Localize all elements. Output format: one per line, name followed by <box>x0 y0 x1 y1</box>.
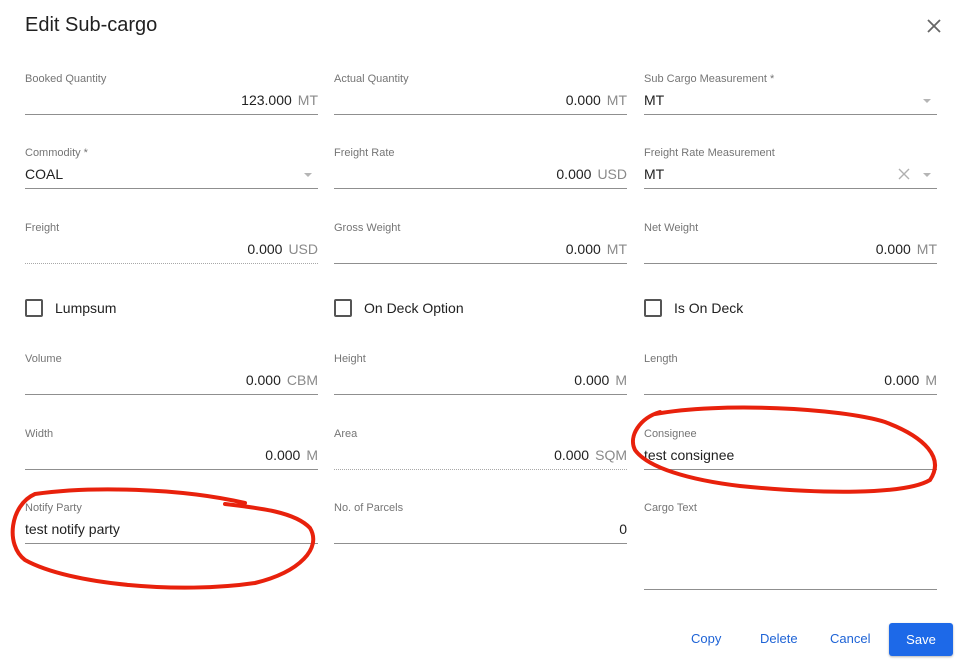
booked-quantity-value[interactable]: 123.000 <box>241 92 292 108</box>
freight-value: 0.000 <box>247 241 283 257</box>
gross-weight-label: Gross Weight <box>334 222 401 234</box>
checkbox-box[interactable] <box>644 299 662 317</box>
delete-button[interactable]: Delete <box>760 631 798 646</box>
checkbox-box[interactable] <box>25 299 43 317</box>
dialog-title: Edit Sub-cargo <box>25 14 158 36</box>
net-weight-value[interactable]: 0.000 <box>876 241 911 257</box>
volume-value[interactable]: 0.000 <box>246 372 281 388</box>
no-of-parcels-label: No. of Parcels <box>334 502 404 514</box>
freight-unit: USD <box>288 241 318 257</box>
no-of-parcels-value[interactable]: 0 <box>619 521 627 537</box>
lumpsum-label: Lumpsum <box>55 300 117 316</box>
actual-quantity-unit: MT <box>606 92 627 108</box>
actual-quantity-label: Actual Quantity <box>334 73 409 85</box>
chevron-down-icon[interactable] <box>923 173 931 177</box>
booked-quantity-label: Booked Quantity <box>25 73 107 85</box>
consignee-value[interactable]: test consignee <box>644 447 734 463</box>
length-unit: M <box>925 372 937 388</box>
checkbox-box[interactable] <box>334 299 352 317</box>
cargo-text-label: Cargo Text <box>644 502 697 514</box>
notify-party-label: Notify Party <box>25 502 82 514</box>
width-value[interactable]: 0.000 <box>265 447 300 463</box>
net-weight-unit: MT <box>916 241 937 257</box>
gross-weight-value[interactable]: 0.000 <box>566 241 601 257</box>
clear-icon[interactable] <box>896 166 912 182</box>
sub-cargo-measurement-label: Sub Cargo Measurement * <box>644 73 775 85</box>
cargo-text-field[interactable]: Cargo Text <box>644 502 937 592</box>
freight-rate-measurement-value[interactable]: MT <box>644 166 664 182</box>
lumpsum-checkbox[interactable]: Lumpsum <box>25 299 165 319</box>
sub-cargo-measurement-value[interactable]: MT <box>644 92 664 108</box>
chevron-down-icon[interactable] <box>304 173 312 177</box>
length-value[interactable]: 0.000 <box>884 372 919 388</box>
width-label: Width <box>25 428 54 440</box>
cancel-button[interactable]: Cancel <box>830 631 870 646</box>
freight-rate-measurement-label: Freight Rate Measurement <box>644 147 775 159</box>
consignee-label: Consignee <box>644 428 697 440</box>
area-value: 0.000 <box>554 447 590 463</box>
volume-label: Volume <box>25 353 62 365</box>
on-deck-option-label: On Deck Option <box>364 300 464 316</box>
area-unit: SQM <box>595 447 627 463</box>
save-button[interactable]: Save <box>889 623 953 656</box>
booked-quantity-unit: MT <box>297 92 318 108</box>
gross-weight-unit: MT <box>606 241 627 257</box>
is-on-deck-label: Is On Deck <box>674 300 744 316</box>
freight-rate-label: Freight Rate <box>334 147 395 159</box>
net-weight-label: Net Weight <box>644 222 699 234</box>
actual-quantity-value[interactable]: 0.000 <box>566 92 601 108</box>
freight-label: Freight <box>25 222 60 234</box>
copy-button[interactable]: Copy <box>691 631 721 646</box>
freight-rate-value[interactable]: 0.000 <box>556 166 591 182</box>
freight-rate-unit: USD <box>597 166 627 182</box>
length-label: Length <box>644 353 678 365</box>
area-label: Area <box>334 428 358 440</box>
chevron-down-icon[interactable] <box>923 99 931 103</box>
height-label: Height <box>334 353 366 365</box>
height-value[interactable]: 0.000 <box>574 372 609 388</box>
height-unit: M <box>615 372 627 388</box>
volume-unit: CBM <box>286 372 318 388</box>
commodity-value[interactable]: COAL <box>25 166 63 182</box>
on-deck-option-checkbox[interactable]: On Deck Option <box>334 299 494 319</box>
close-icon[interactable] <box>923 15 945 37</box>
commodity-label: Commodity * <box>25 147 88 159</box>
is-on-deck-checkbox[interactable]: Is On Deck <box>644 299 784 319</box>
edit-sub-cargo-dialog: Edit Sub-cargo Booked Quantity 123.000 MT… <box>0 0 958 665</box>
width-unit: M <box>306 447 318 463</box>
notify-party-value[interactable]: test notify party <box>25 521 120 537</box>
